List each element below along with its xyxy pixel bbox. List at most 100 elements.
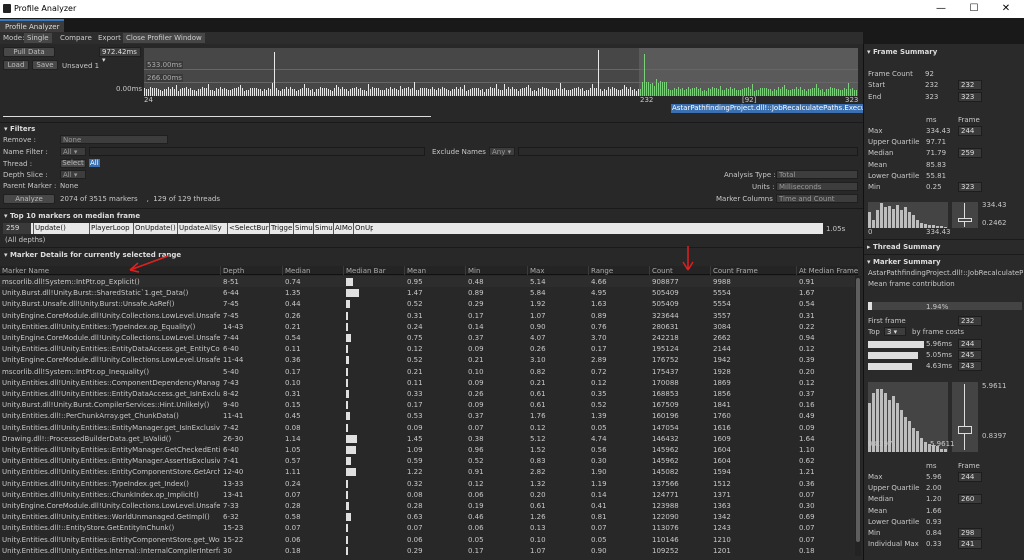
table-row[interactable]: Unity.Burst.Unsafe.dll!Unity.Burst::Unsa… [0,298,855,309]
table-row[interactable]: Unity.Entities.dll!Unity.Entities::Compo… [0,377,855,388]
column-header[interactable]: Mean [407,267,426,275]
column-header[interactable]: Count Frame [713,267,758,275]
exclude-names-input[interactable] [518,147,858,156]
column-header[interactable]: Min [468,267,480,275]
top-n-dropdown[interactable]: 3 ▾ [884,327,906,336]
export-button[interactable]: Export [95,33,124,43]
table-row[interactable]: Unity.Entities.dll!Unity.Entities::Entit… [0,466,855,477]
column-header[interactable]: Depth [223,267,244,275]
table-row[interactable]: Unity.Entities.dll!Unity.Entities::World… [0,511,855,522]
table-row[interactable]: Unity.Entities.dll!Unity.Entities::Entit… [0,455,855,466]
pull-data-button[interactable]: Pull Data [3,47,55,57]
stat-frame-button[interactable]: 244 [958,472,982,482]
table-row[interactable]: UnityEngine.CoreModule.dll!Unity.Collect… [0,332,855,343]
column-header[interactable]: Median Bar [346,267,386,275]
column-header[interactable]: Range [591,267,613,275]
table-row[interactable]: Unity.Burst.dll!Unity.Burst.CompilerServ… [0,399,855,410]
stat-frame-button[interactable]: 323 [958,182,982,192]
table-row[interactable]: Unity.Entities.dll!Unity.Entities::TypeI… [0,321,855,332]
top-cost-frame-button[interactable]: 245 [958,350,982,360]
table-row[interactable]: Unity.Entities.dll!::PerChunkArray.get_C… [0,410,855,421]
table-cell: 0.33 [407,390,423,398]
table-row[interactable]: Unity.Entities.dll!Unity.Entities::Entit… [0,388,855,399]
analyze-button[interactable]: Analyze [3,194,55,204]
column-header[interactable]: Max [530,267,544,275]
analysis-type-dropdown[interactable]: Total [776,170,858,179]
column-header[interactable]: Count [652,267,673,275]
close-profiler-button[interactable]: Close Profiler Window [123,33,205,43]
stat-frame-button[interactable]: 241 [958,539,982,550]
column-header[interactable]: Median [285,267,310,275]
top10-marker[interactable]: AIMo [333,223,353,234]
tab-profile-analyzer[interactable]: Profile Analyzer [0,19,65,32]
top10-marker[interactable]: OnUpdate() [133,223,177,234]
top-cost-bar [868,352,918,359]
top-cost-frame-button[interactable]: 244 [958,339,982,349]
column-separator [527,266,528,275]
table-cell: 0.45 [285,412,301,421]
name-filter-input[interactable] [89,147,425,156]
top10-marker[interactable]: PlayerLoop [89,223,133,234]
table-row[interactable]: mscorlib.dll!System::IntPtr.op_Explicit(… [0,276,855,288]
stat-frame-button[interactable]: 259 [958,148,982,159]
table-row[interactable]: Unity.Burst.dll!Unity.Burst::SharedStati… [0,287,855,298]
column-header[interactable]: At Median Frame [799,267,858,275]
table-row[interactable]: Unity.Entities.dll!Unity.Entities::TypeI… [0,478,855,489]
thread-select-button[interactable]: Select [60,159,86,168]
table-row[interactable]: mscorlib.dll!System::IntPtr.op_Inequalit… [0,366,855,377]
maximize-icon[interactable]: ☐ [958,1,990,17]
top10-marker[interactable]: Update() [33,223,89,234]
table-row[interactable]: Unity.Entities.dll!::EntityStore.GetEnti… [0,522,855,533]
first-frame-button[interactable]: 232 [958,316,982,326]
table-cell: 0.12 [530,423,546,432]
table-row[interactable]: Unity.Entities.dll!Unity.Entities.Intern… [0,545,855,556]
top10-marker[interactable]: UpdateAllSy [177,223,227,234]
table-cell: 5-40 [223,367,239,376]
table-row[interactable]: Unity.Entities.dll!Unity.Entities::Entit… [0,444,855,455]
table-row[interactable]: UnityEngine.CoreModule.dll!Unity.Collect… [0,354,855,365]
table-scrollbar-thumb[interactable] [856,278,860,542]
end-frame-button[interactable]: 323 [958,92,982,102]
median-bar [346,334,352,342]
table-cell: 13-41 [223,490,244,499]
column-header[interactable]: Marker Name [2,267,49,275]
table-row[interactable]: Unity.Entities.dll!Unity.Entities::Entit… [0,422,855,433]
load-button[interactable]: Load [3,60,29,70]
minimize-icon[interactable]: — [925,1,957,17]
table-cell: 5554 [713,300,731,309]
top10-marker[interactable]: Simula [293,223,313,234]
remove-dropdown[interactable]: None [60,135,168,144]
stat-frame-button[interactable]: 298 [958,528,982,538]
mode-single-button[interactable]: Single [24,33,52,43]
close-icon[interactable]: ✕ [990,1,1022,17]
name-filter-dropdown[interactable]: All ▾ [60,147,86,156]
top10-marker[interactable]: OnUp [353,223,373,234]
table-row[interactable]: Unity.Entities.dll!Unity.Entities::Chunk… [0,489,855,500]
thread-label: Thread : [3,160,33,168]
table-row[interactable]: UnityEngine.CoreModule.dll!Unity.Collect… [0,500,855,511]
table-row[interactable]: Unity.Entities.dll!Unity.Entities::Entit… [0,343,855,354]
table-cell: 0.61 [530,390,546,398]
marker-columns-dropdown[interactable]: Time and Count [776,194,858,203]
marker-histogram-min: 0.8397 [868,440,893,448]
top-cost-frame-button[interactable]: 243 [958,361,982,371]
table-cell: 0.09 [799,423,815,432]
exclude-names-dropdown[interactable]: Any ▾ [489,147,515,156]
mode-compare-button[interactable]: Compare [57,33,95,43]
top10-marker[interactable]: Trigge [269,223,293,234]
table-row[interactable]: Unity.Entities.dll!Unity.Entities::Entit… [0,534,855,545]
frame-time-graph[interactable]: 533.00ms 266.00ms [144,48,858,96]
time-scale-dropdown[interactable]: 972.42ms ▾ [99,47,141,64]
table-row[interactable]: Drawing.dll!::ProcessedBuilderData.get_I… [0,433,855,444]
depth-slice-dropdown[interactable]: All ▾ [60,170,86,179]
table-row[interactable]: UnityEngine.CoreModule.dll!Unity.Collect… [0,310,855,321]
top10-marker[interactable]: Simula [313,223,333,234]
units-dropdown[interactable]: Milliseconds [776,182,858,191]
table-cell: 109252 [652,546,679,555]
start-frame-button[interactable]: 232 [958,80,982,90]
save-button[interactable]: Save [32,60,58,70]
stat-frame-button[interactable]: 260 [958,494,982,505]
top10-marker[interactable]: <SelectBur [227,223,269,234]
stat-frame-button[interactable]: 244 [958,126,982,136]
table-cell: 0.24 [285,479,301,488]
